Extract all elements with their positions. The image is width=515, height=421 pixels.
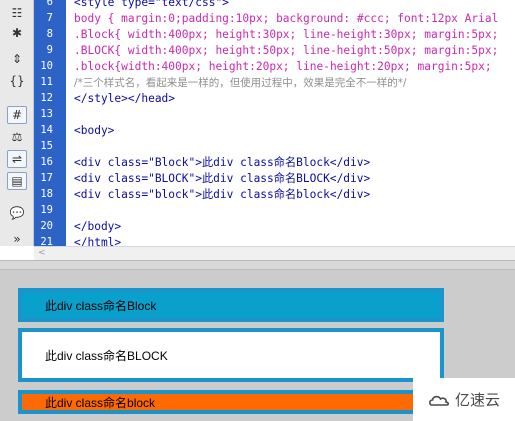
code-line[interactable]: 8 .Block{ width:400px; height:30px; line-… xyxy=(34,26,515,42)
box-label: 此div class命名BLOCK xyxy=(45,348,168,363)
code-line[interactable]: 6 <style type="text/css"> xyxy=(34,0,515,10)
code-text[interactable]: </body> xyxy=(66,220,121,233)
code-text[interactable]: <body> xyxy=(66,124,114,137)
code-text[interactable]: .block{width:400px; height:20px; line-he… xyxy=(66,60,492,73)
collapse-icon[interactable]: ⇕ xyxy=(7,50,27,68)
line-number: 6 xyxy=(46,0,53,8)
preview-lowercase-block-box: 此div class命名block xyxy=(18,390,444,414)
code-line[interactable]: 9 .BLOCK{ width:400px; height:50px; line-… xyxy=(34,42,515,58)
code-line[interactable]: 15 xyxy=(34,138,515,154)
line-number: 8 xyxy=(46,28,53,40)
line-number: 14 xyxy=(40,124,53,136)
select-icon[interactable]: ▤ xyxy=(7,172,27,190)
highlight-icon[interactable]: # xyxy=(7,106,27,124)
line-number: 20 xyxy=(40,220,53,232)
line-number: 13 xyxy=(40,108,53,120)
asterisk-icon[interactable]: ✱ xyxy=(7,24,27,42)
braces-icon[interactable]: {} xyxy=(7,72,27,90)
preview-BLOCK-box: 此div class命名BLOCK xyxy=(18,328,444,382)
line-number: 17 xyxy=(40,172,53,184)
code-line[interactable]: 20 </body> xyxy=(34,218,515,234)
code-lines[interactable]: 6 <style type="text/css"> 7 body { margin:0… xyxy=(34,0,515,250)
line-number: 12 xyxy=(40,92,53,104)
scroll-left-icon[interactable]: < xyxy=(38,248,46,258)
code-text[interactable]: <div class="Block">此div class命名Block</di… xyxy=(66,154,370,170)
split-divider[interactable] xyxy=(0,260,515,270)
comment-icon[interactable]: 💬 xyxy=(7,204,27,222)
code-line[interactable]: 12 </style></head> xyxy=(34,90,515,106)
line-number: 18 xyxy=(40,188,53,200)
code-line[interactable]: 11 /*三个样式名，看起来是一样的，但使用过程中，效果是完全不一样的*/ xyxy=(34,74,515,90)
code-line[interactable]: 19 xyxy=(34,202,515,218)
watermark-text: 亿速云 xyxy=(454,391,500,409)
code-line[interactable]: 16 <div class="Block">此div class命名Block</… xyxy=(34,154,515,170)
editor-toolbar: ☷ ✱ ⇕ {} # ⚖ ⇌ ▤ 💬 » xyxy=(0,0,34,246)
code-line[interactable]: 18 <div class="block">此div class命名block</… xyxy=(34,186,515,202)
line-number: 16 xyxy=(40,156,53,168)
code-text[interactable]: </style></head> xyxy=(66,92,175,105)
line-number: 10 xyxy=(40,60,53,72)
code-line[interactable]: 13 xyxy=(34,106,515,122)
code-text[interactable]: <style type="text/css"> xyxy=(66,0,229,9)
code-text[interactable]: <div class="block">此div class命名block</di… xyxy=(66,186,370,202)
more-icon[interactable]: » xyxy=(7,230,27,248)
code-line[interactable]: 7 body { margin:0;padding:10px; backgroun… xyxy=(34,10,515,26)
code-text[interactable]: /*三个样式名，看起来是一样的，但使用过程中，效果是完全不一样的*/ xyxy=(66,75,407,90)
code-text[interactable]: .Block{ width:400px; height:30px; line-h… xyxy=(66,28,498,41)
cloud-logo-icon xyxy=(428,393,450,407)
preview-block-box: 此div class命名Block xyxy=(18,288,444,322)
box-label: 此div class命名block xyxy=(45,395,156,410)
table-icon[interactable]: ☷ xyxy=(7,4,27,22)
code-editor[interactable]: ☷ ✱ ⇕ {} # ⚖ ⇌ ▤ 💬 » 6 <style type="text/… xyxy=(0,0,515,260)
code-text[interactable]: .BLOCK{ width:400px; height:50px; line-h… xyxy=(66,44,498,57)
code-line[interactable]: 10 .block{width:400px; height:20px; line-… xyxy=(34,58,515,74)
horizontal-scrollbar[interactable]: < xyxy=(34,246,515,260)
code-line[interactable]: 17 <div class="BLOCK">此div class命名BLOCK</… xyxy=(34,170,515,186)
box-label: 此div class命名Block xyxy=(45,298,157,313)
line-number: 11 xyxy=(40,76,53,88)
line-number: 7 xyxy=(46,12,53,24)
code-line[interactable]: 14 <body> xyxy=(34,122,515,138)
line-number: 9 xyxy=(46,44,53,56)
watermark: 亿速云 xyxy=(413,378,515,421)
balance-icon[interactable]: ⚖ xyxy=(7,128,27,146)
code-text[interactable]: <div class="BLOCK">此div class命名BLOCK</di… xyxy=(66,170,370,186)
line-number: 19 xyxy=(40,204,53,216)
line-number: 15 xyxy=(40,140,53,152)
wrap-icon[interactable]: ⇌ xyxy=(7,150,27,168)
code-text[interactable]: body { margin:0;padding:10px; background… xyxy=(66,12,498,25)
